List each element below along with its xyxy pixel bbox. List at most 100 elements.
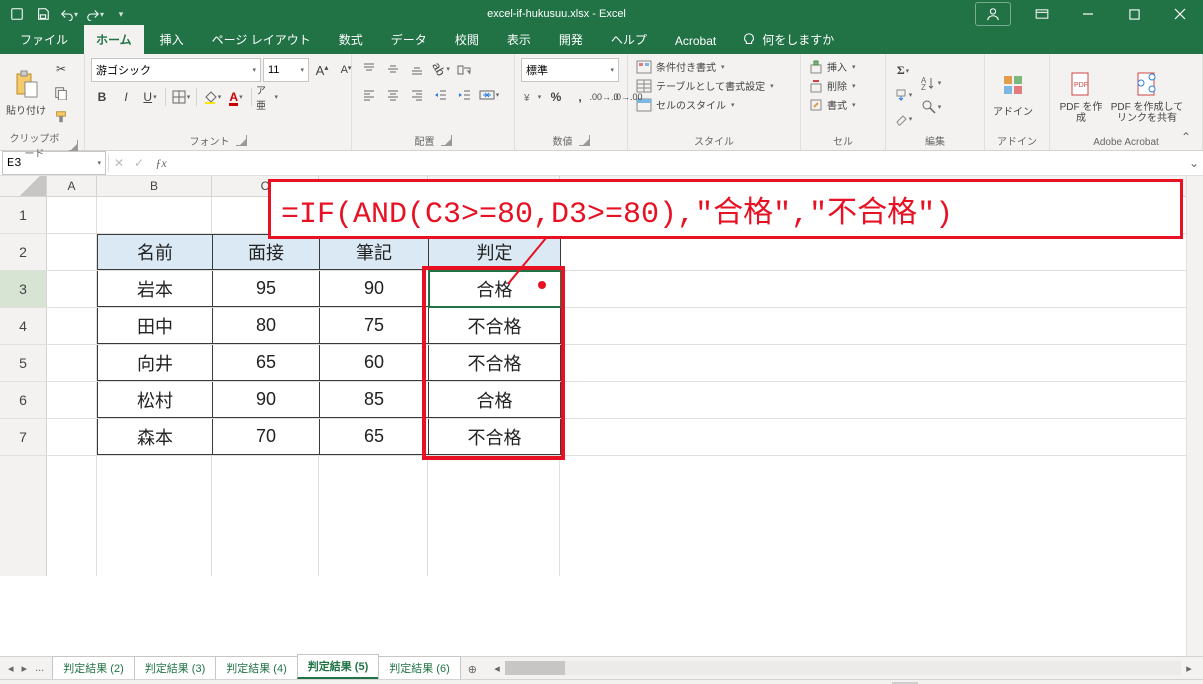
row-header-6[interactable]: 6 — [0, 382, 47, 418]
horizontal-scrollbar[interactable]: ◂ ▸ — [505, 661, 1181, 675]
col-header-B[interactable]: B — [97, 176, 212, 196]
vertical-scrollbar[interactable] — [1186, 176, 1203, 656]
save-button[interactable] — [30, 0, 56, 28]
sheet-tab-3[interactable]: 判定結果 (4) — [215, 656, 298, 679]
find-select-button[interactable]: ▾ — [916, 96, 946, 118]
expand-formula-bar-button[interactable]: ⌄ — [1185, 156, 1203, 170]
cell-B2[interactable]: 名前 — [97, 234, 213, 270]
align-middle-button[interactable] — [382, 58, 404, 80]
autosave-toggle[interactable] — [4, 0, 30, 28]
wrap-text-button[interactable] — [454, 58, 476, 80]
number-format-combo[interactable]: 標準▾ — [521, 58, 619, 82]
cell-C5[interactable]: 65 — [213, 345, 320, 381]
conditional-formatting-button[interactable]: 条件付き書式▾ — [634, 58, 727, 75]
cells-insert-button[interactable]: 挿入▾ — [807, 58, 858, 75]
pdf-create-button[interactable]: PDF PDF を作成 — [1056, 63, 1106, 131]
hscroll-right[interactable]: ▸ — [1181, 661, 1197, 675]
tab-home[interactable]: ホーム — [84, 25, 144, 54]
tab-help[interactable]: ヘルプ — [599, 25, 659, 54]
sheet-nav-last[interactable]: ▸ — [20, 662, 30, 675]
row-header-7[interactable]: 7 — [0, 419, 47, 455]
cell-B6[interactable]: 松村 — [97, 382, 213, 418]
cell-C3[interactable]: 95 — [213, 271, 320, 307]
tab-formulas[interactable]: 数式 — [327, 25, 375, 54]
cell-rest-4[interactable] — [561, 308, 1203, 344]
number-launcher[interactable] — [579, 135, 590, 146]
hscroll-left[interactable]: ◂ — [489, 661, 505, 675]
row-header-4[interactable]: 4 — [0, 308, 47, 344]
increase-font-button[interactable]: A▴ — [311, 59, 333, 81]
borders-button[interactable]: ▾ — [170, 86, 192, 108]
pdf-share-button[interactable]: PDF を作成してリンクを共有 — [1110, 63, 1184, 131]
cell-B7[interactable]: 森本 — [97, 419, 213, 455]
bold-button[interactable]: B — [91, 86, 113, 108]
new-sheet-button[interactable]: ⊕ — [460, 660, 485, 679]
cell-A6[interactable] — [47, 382, 97, 418]
align-left-button[interactable] — [358, 84, 380, 106]
cell-B1[interactable] — [97, 197, 212, 233]
fill-button[interactable]: ▾ — [892, 84, 914, 106]
ribbon-display-options-button[interactable] — [1019, 0, 1065, 28]
cell-A7[interactable] — [47, 419, 97, 455]
cell-empty[interactable] — [560, 456, 1203, 576]
cell-empty[interactable] — [212, 456, 319, 576]
redo-button[interactable]: ▾ — [82, 0, 108, 28]
format-painter-button[interactable] — [50, 106, 72, 128]
cell-B5[interactable]: 向井 — [97, 345, 213, 381]
tab-file[interactable]: ファイル — [8, 25, 80, 54]
cell-A2[interactable] — [47, 234, 97, 270]
decrease-indent-button[interactable] — [430, 84, 452, 106]
maximize-button[interactable] — [1111, 0, 1157, 28]
cell-empty[interactable] — [319, 456, 428, 576]
sheet-tab-1[interactable]: 判定結果 (2) — [52, 656, 135, 679]
row-header-5[interactable]: 5 — [0, 345, 47, 381]
cell-B3[interactable]: 岩本 — [97, 271, 213, 307]
tab-page-layout[interactable]: ページ レイアウト — [200, 25, 323, 54]
cell-rest-2[interactable] — [561, 234, 1203, 270]
cell-A4[interactable] — [47, 308, 97, 344]
cell-empty[interactable] — [97, 456, 212, 576]
autosum-button[interactable]: Σ▾ — [892, 60, 914, 82]
cell-D4[interactable]: 75 — [320, 308, 429, 344]
italic-button[interactable]: I — [115, 86, 137, 108]
sheet-nav-ellipsis[interactable]: ... — [33, 662, 46, 675]
align-right-button[interactable] — [406, 84, 428, 106]
cell-E7[interactable]: 不合格 — [429, 419, 561, 455]
formula-input[interactable] — [173, 151, 1185, 175]
account-button[interactable] — [975, 2, 1011, 26]
cell-E4[interactable]: 不合格 — [429, 308, 561, 344]
tab-data[interactable]: データ — [379, 25, 439, 54]
collapse-ribbon-button[interactable]: ⌃ — [1181, 130, 1197, 146]
decrease-font-button[interactable]: A▾ — [335, 59, 357, 81]
select-all-button[interactable] — [0, 176, 47, 196]
cell-A3[interactable] — [47, 271, 97, 307]
tab-review[interactable]: 校閲 — [443, 25, 491, 54]
cell-rest-3[interactable] — [561, 271, 1203, 307]
tab-insert[interactable]: 挿入 — [148, 25, 196, 54]
sort-filter-button[interactable]: AZ▾ — [916, 72, 946, 94]
increase-decimal-button[interactable]: .00→.0 — [593, 86, 615, 108]
cell-styles-button[interactable]: セルのスタイル▾ — [634, 96, 737, 113]
increase-indent-button[interactable] — [454, 84, 476, 106]
sheet-tab-5[interactable]: 判定結果 (6) — [378, 656, 461, 679]
cell-D6[interactable]: 85 — [320, 382, 429, 418]
enter-formula-button[interactable]: ✓ — [129, 156, 149, 170]
paste-button[interactable]: 貼り付け — [6, 59, 46, 127]
cell-A5[interactable] — [47, 345, 97, 381]
merge-center-button[interactable]: ▾ — [478, 84, 500, 106]
cut-button[interactable]: ✂ — [50, 58, 72, 80]
align-bottom-button[interactable] — [406, 58, 428, 80]
hscroll-thumb[interactable] — [505, 661, 565, 675]
cells-delete-button[interactable]: 削除▾ — [807, 77, 858, 94]
copy-button[interactable] — [50, 82, 72, 104]
row-header-2[interactable]: 2 — [0, 234, 47, 270]
cell-E6[interactable]: 合格 — [429, 382, 561, 418]
cell-D3[interactable]: 90 — [320, 271, 429, 307]
clipboard-launcher[interactable] — [69, 140, 78, 151]
cell-empty[interactable] — [428, 456, 560, 576]
align-top-button[interactable] — [358, 58, 380, 80]
cell-D2[interactable]: 筆記 — [320, 234, 429, 270]
tab-acrobat[interactable]: Acrobat — [663, 28, 728, 54]
comma-style-button[interactable]: , — [569, 86, 591, 108]
undo-button[interactable]: ▾ — [56, 0, 82, 28]
